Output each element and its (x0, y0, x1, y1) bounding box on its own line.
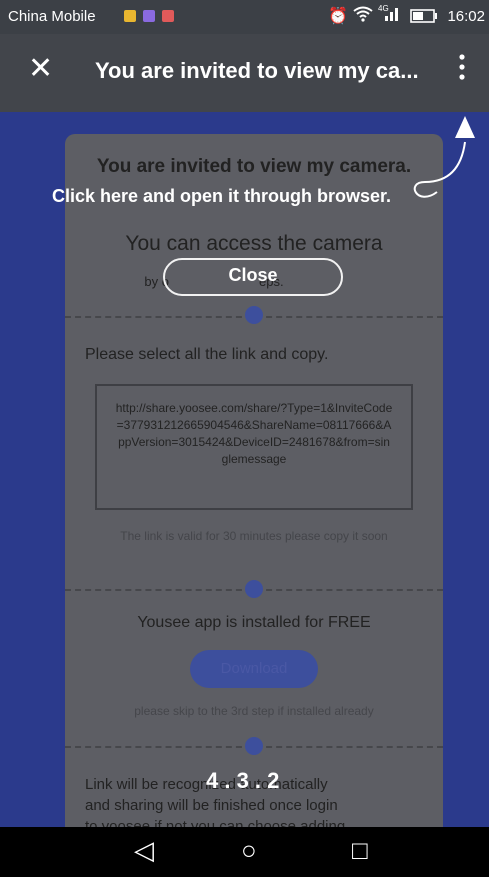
close-button-label: Close (228, 265, 278, 285)
battery-icon (410, 9, 438, 28)
back-icon[interactable]: ◁ (134, 835, 154, 866)
status-bar: China Mobile ⏰ 4G 16:02 (0, 0, 489, 34)
close-button[interactable]: Close (163, 258, 343, 296)
recents-icon[interactable]: □ (352, 835, 368, 866)
step-marker-2 (245, 580, 263, 598)
wifi-icon (353, 6, 373, 27)
notification-icon (124, 10, 136, 22)
invite-subheading: You can access the camera (125, 232, 383, 255)
invite-card: You are invited to view my camera. You c… (65, 134, 443, 827)
carrier-name: China Mobile (8, 8, 96, 25)
page-title: You are invited to view my ca... (95, 58, 419, 83)
step-marker-3 (245, 737, 263, 755)
app-bar: ✕ You are invited to view my ca... (0, 34, 489, 112)
share-link-box[interactable]: http://share.yoosee.com/share/?Type=1&In… (95, 384, 413, 510)
close-icon[interactable]: ✕ (28, 54, 53, 84)
home-icon[interactable]: ○ (241, 835, 257, 866)
browser-hint: Click here and open it through browser. (52, 186, 392, 206)
navigation-bar: ◁ ○ □ (0, 827, 489, 877)
notification-icon (143, 10, 155, 22)
step2-text: Yousee app is installed for FREE (137, 614, 371, 631)
more-options-icon[interactable] (452, 54, 472, 80)
step1-text: Please select all the link and copy. (85, 346, 329, 363)
signal-icon (384, 6, 400, 27)
step-marker-1 (245, 306, 263, 324)
clock: 16:02 (447, 8, 485, 25)
alarm-icon: ⏰ (328, 8, 348, 25)
download-button[interactable]: Download (190, 650, 318, 688)
countdown: 4 . 3 . 2 (206, 768, 280, 793)
invite-heading: You are invited to view my camera. (96, 156, 412, 177)
skip-note: please skip to the 3rd step if installed… (134, 704, 374, 718)
pointer-arrow-icon (413, 116, 475, 198)
link-validity-note: The link is valid for 30 minutes please … (120, 529, 388, 543)
notification-icon (162, 10, 174, 22)
